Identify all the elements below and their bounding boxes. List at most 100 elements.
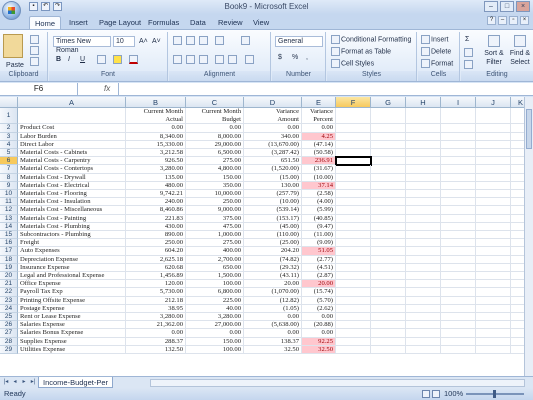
- empty-cell[interactable]: [441, 247, 476, 256]
- empty-cell[interactable]: [406, 132, 441, 141]
- empty-cell[interactable]: [336, 173, 371, 182]
- account-cell[interactable]: Materials Cost - Electrical: [18, 181, 126, 190]
- actual-cell[interactable]: 240.00: [126, 198, 186, 207]
- budget-cell[interactable]: 8,000.00: [186, 132, 244, 141]
- tab-view[interactable]: View: [248, 16, 274, 29]
- budget-cell[interactable]: 6,800.00: [186, 288, 244, 297]
- align-middle-icon[interactable]: [186, 36, 195, 45]
- variance-amount-cell[interactable]: (74.82): [244, 255, 302, 264]
- align-top-icon[interactable]: [173, 36, 182, 45]
- column-header-h[interactable]: H: [406, 97, 441, 108]
- next-sheet-icon[interactable]: ▸: [20, 378, 28, 387]
- empty-cell[interactable]: [511, 313, 524, 322]
- row-header[interactable]: 18: [0, 255, 18, 264]
- empty-cell[interactable]: [511, 133, 524, 141]
- budget-cell[interactable]: 150.00: [186, 173, 244, 182]
- fx-icon[interactable]: fx: [104, 83, 110, 95]
- align-left-icon[interactable]: [173, 55, 182, 64]
- row-header[interactable]: 8: [0, 173, 18, 182]
- empty-cell[interactable]: [336, 124, 371, 133]
- empty-cell[interactable]: [511, 149, 524, 158]
- variance-amount-cell[interactable]: (43.11): [244, 272, 302, 281]
- empty-cell[interactable]: [406, 214, 441, 223]
- variance-amount-cell[interactable]: 204.20: [244, 247, 302, 256]
- variance-percent-cell[interactable]: 0.00: [302, 124, 336, 133]
- find-select-button[interactable]: Find & Select: [507, 48, 533, 68]
- font-color-icon[interactable]: [129, 55, 138, 64]
- empty-cell[interactable]: [441, 214, 476, 223]
- row-header[interactable]: 17: [0, 247, 18, 256]
- empty-cell[interactable]: [441, 304, 476, 313]
- empty-cell[interactable]: [511, 174, 524, 182]
- variance-percent-cell[interactable]: 236.91: [302, 157, 336, 166]
- empty-cell[interactable]: [336, 190, 371, 199]
- empty-cell[interactable]: [511, 264, 524, 272]
- account-cell[interactable]: Payroll Tax Exp: [18, 288, 126, 297]
- help-icon[interactable]: ?: [487, 16, 496, 25]
- empty-cell[interactable]: [406, 222, 441, 231]
- actual-cell[interactable]: 3,280.00: [126, 165, 186, 174]
- column-header-c[interactable]: C: [186, 97, 244, 108]
- row-header[interactable]: 5: [0, 149, 18, 158]
- empty-cell[interactable]: [406, 288, 441, 297]
- variance-percent-cell[interactable]: 0.00: [302, 329, 336, 338]
- account-cell[interactable]: Freight: [18, 239, 126, 248]
- empty-cell[interactable]: [371, 345, 406, 354]
- empty-cell[interactable]: [371, 165, 406, 174]
- budget-cell[interactable]: 375.00: [186, 214, 244, 223]
- empty-cell[interactable]: [441, 263, 476, 272]
- prev-sheet-icon[interactable]: ◂: [11, 378, 19, 387]
- shrink-font-button[interactable]: A˅: [151, 36, 163, 47]
- empty-cell[interactable]: [441, 313, 476, 322]
- empty-cell[interactable]: [511, 223, 524, 231]
- empty-cell[interactable]: [511, 256, 524, 264]
- variance-amount-cell[interactable]: (1.05): [244, 304, 302, 313]
- empty-cell[interactable]: [441, 337, 476, 346]
- actual-cell[interactable]: 0.00: [126, 124, 186, 133]
- tab-home[interactable]: Home: [29, 16, 62, 29]
- empty-cell[interactable]: [476, 190, 511, 199]
- empty-cell[interactable]: [511, 329, 524, 338]
- empty-cell[interactable]: [511, 198, 524, 207]
- variance-amount-cell[interactable]: (153.17): [244, 214, 302, 223]
- budget-cell[interactable]: 4,800.00: [186, 165, 244, 174]
- empty-cell[interactable]: [336, 272, 371, 281]
- empty-cell[interactable]: [476, 214, 511, 223]
- empty-cell[interactable]: [406, 280, 441, 289]
- account-cell[interactable]: Materials Cost - Plumbing: [18, 222, 126, 231]
- variance-amount-cell[interactable]: (3,287.42): [244, 149, 302, 158]
- variance-amount-cell[interactable]: (45.00): [244, 222, 302, 231]
- empty-cell[interactable]: [406, 255, 441, 264]
- actual-cell[interactable]: 250.00: [126, 239, 186, 248]
- variance-percent-cell[interactable]: 92.25: [302, 337, 336, 346]
- empty-cell[interactable]: [511, 124, 524, 133]
- actual-cell[interactable]: 135.00: [126, 173, 186, 182]
- row-header[interactable]: 25: [0, 313, 18, 322]
- variance-percent-cell[interactable]: (50.58): [302, 149, 336, 158]
- empty-cell[interactable]: [371, 231, 406, 240]
- empty-cell[interactable]: [511, 165, 524, 174]
- empty-cell[interactable]: [476, 247, 511, 256]
- account-cell[interactable]: Insurance Expense: [18, 263, 126, 272]
- actual-cell[interactable]: 890.00: [126, 231, 186, 240]
- italic-button[interactable]: I: [67, 54, 77, 65]
- variance-percent-cell[interactable]: (10.00): [302, 173, 336, 182]
- account-cell[interactable]: Salaries Expense: [18, 321, 126, 330]
- empty-cell[interactable]: [511, 338, 524, 346]
- row-header[interactable]: 6: [0, 157, 18, 166]
- variance-percent-cell[interactable]: (2.87): [302, 272, 336, 281]
- variance-percent-cell[interactable]: (11.00): [302, 231, 336, 240]
- header-cell-a[interactable]: [18, 108, 126, 125]
- variance-percent-cell[interactable]: 20.00: [302, 280, 336, 289]
- budget-cell[interactable]: 2,700.00: [186, 255, 244, 264]
- empty-cell[interactable]: [336, 280, 371, 289]
- empty-cell[interactable]: [406, 181, 441, 190]
- empty-cell[interactable]: [371, 198, 406, 207]
- empty-cell[interactable]: [371, 247, 406, 256]
- empty-cell[interactable]: [371, 255, 406, 264]
- empty-cell[interactable]: [336, 255, 371, 264]
- empty-cell[interactable]: [371, 206, 406, 215]
- empty-cell[interactable]: [476, 124, 511, 133]
- empty-cell[interactable]: [476, 272, 511, 281]
- account-cell[interactable]: Postage Expense: [18, 304, 126, 313]
